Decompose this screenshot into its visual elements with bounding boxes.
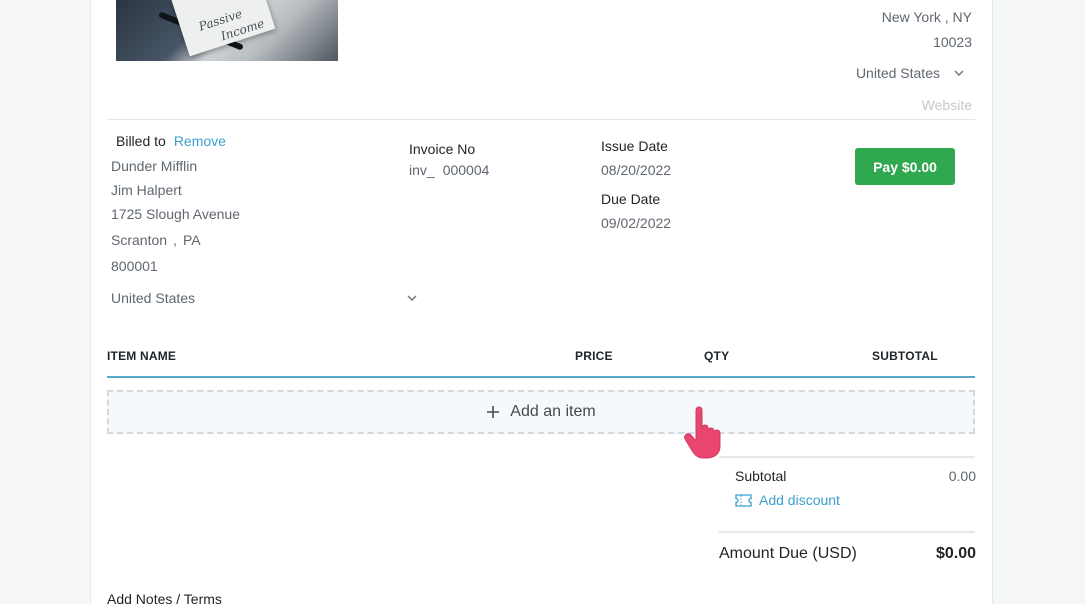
client-zip[interactable]: 800001	[111, 258, 158, 274]
billed-to-label: Billed to	[116, 133, 166, 149]
chevron-down-icon	[954, 70, 964, 76]
company-website-input[interactable]: Website	[922, 97, 972, 113]
column-header-subtotal: SUBTOTAL	[872, 349, 938, 363]
company-logo-image[interactable]: Passive Income	[116, 0, 338, 61]
add-discount-label: Add discount	[759, 492, 840, 508]
invoice-number-value[interactable]: 000004	[443, 162, 490, 178]
invoice-card: Passive Income New York , NY 10023 Unite…	[90, 0, 993, 604]
totals-top-divider	[719, 456, 975, 458]
client-city-separator: ,	[173, 232, 177, 248]
section-divider	[107, 119, 975, 120]
totals-bottom-divider	[719, 531, 975, 533]
company-city-state[interactable]: New York , NY	[882, 9, 972, 25]
client-contact[interactable]: Jim Halpert	[111, 182, 182, 198]
client-street[interactable]: 1725 Slough Avenue	[111, 206, 240, 222]
due-date-label: Due Date	[601, 191, 661, 207]
invoice-number: inv_ 000004	[409, 162, 489, 178]
ticket-icon	[735, 493, 752, 507]
plus-icon	[487, 406, 500, 418]
hand-pointer-cursor-icon	[684, 406, 721, 459]
amount-due-value: $0.00	[935, 545, 976, 562]
issue-date-value[interactable]: 08/20/2022	[601, 162, 671, 178]
pay-button[interactable]: Pay $0.00	[855, 148, 955, 185]
company-country-value: United States	[855, 65, 940, 81]
column-header-qty: QTY	[704, 349, 730, 363]
client-country-select[interactable]: United States	[111, 290, 417, 306]
amount-due-label: Amount Due (USD)	[719, 545, 857, 562]
table-header-underline	[107, 376, 975, 378]
column-header-item-name: ITEM NAME	[107, 349, 177, 363]
invoice-prefix[interactable]: inv_	[409, 162, 435, 178]
client-state[interactable]: PA	[183, 232, 201, 248]
add-item-label: Add an item	[510, 403, 596, 420]
client-country-value: United States	[111, 290, 196, 306]
client-company[interactable]: Dunder Mifflin	[111, 158, 197, 174]
chevron-down-icon	[407, 295, 417, 301]
remove-client-link[interactable]: Remove	[174, 133, 226, 149]
issue-date-label: Issue Date	[601, 138, 668, 154]
client-city[interactable]: Scranton	[111, 232, 167, 248]
company-city-separator: ,	[944, 9, 949, 25]
company-city: New York	[881, 9, 941, 25]
invoice-number-label: Invoice No	[409, 141, 476, 157]
notes-terms-link[interactable]: Add Notes / Terms	[107, 591, 222, 604]
column-header-price: PRICE	[575, 349, 613, 363]
client-city-state: Scranton , PA	[111, 232, 201, 248]
subtotal-value: 0.00	[948, 468, 976, 484]
add-discount-link[interactable]: Add discount	[735, 492, 840, 508]
company-zip[interactable]: 10023	[933, 34, 972, 50]
due-date-value[interactable]: 09/02/2022	[601, 215, 671, 231]
subtotal-label: Subtotal	[735, 468, 787, 484]
company-country-select[interactable]: United States	[856, 65, 964, 81]
billed-to-header: Billed to Remove	[116, 133, 226, 149]
note-graphic: Passive Income	[170, 0, 276, 57]
add-item-button[interactable]: Add an item	[107, 390, 975, 434]
company-state: NY	[952, 9, 972, 25]
